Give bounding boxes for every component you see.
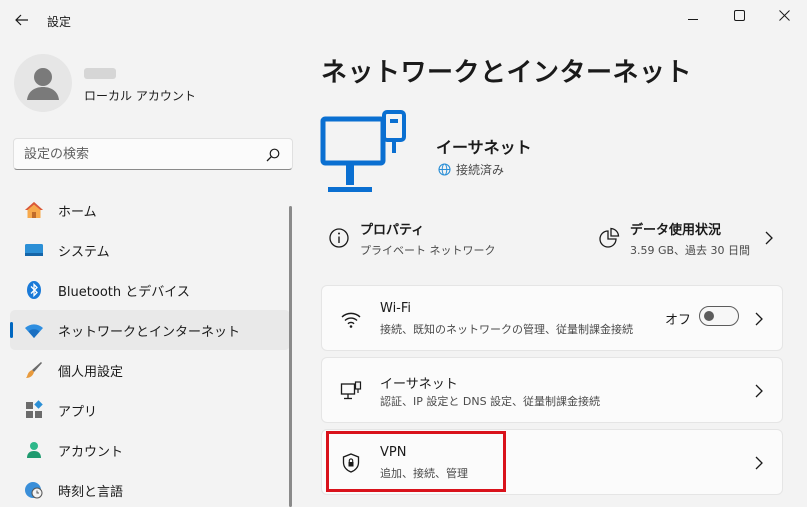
wifi-title: Wi-Fi — [380, 301, 412, 316]
sidebar-item-bluetooth[interactable]: Bluetooth とデバイス — [10, 270, 290, 310]
properties-title: プロパティ — [360, 222, 425, 238]
minimize-icon — [688, 19, 698, 20]
back-arrow-icon — [15, 14, 28, 26]
minimize-button[interactable] — [670, 0, 716, 30]
wifi-subtitle: 接続、既知のネットワークの管理、従量制課金接続 — [380, 323, 633, 336]
sidebar-item-network[interactable]: ネットワークとインターネット — [10, 310, 290, 350]
title-bar: 設定 — [0, 0, 807, 40]
sidebar-nav: ホーム システム Bluetooth とデバイス ネットワークとインターネット … — [10, 190, 290, 507]
person-silhouette-icon — [27, 68, 59, 100]
chevron-right-icon — [755, 456, 763, 470]
sidebar-item-label: Bluetooth とデバイス — [58, 284, 190, 300]
connection-name: イーサネット — [436, 138, 532, 157]
maximize-icon — [733, 9, 745, 21]
data-usage-link[interactable]: データ使用状況 3.59 GB、過去 30 日間 — [598, 213, 783, 263]
data-usage-title: データ使用状況 — [630, 222, 722, 238]
wifi-toggle[interactable] — [699, 306, 739, 326]
properties-subtitle: プライベート ネットワーク — [360, 243, 496, 257]
sidebar-item-label: ホーム — [58, 204, 97, 220]
app-title: 設定 — [47, 15, 72, 29]
ethernet-card[interactable]: イーサネット 認証、IP 設定と DNS 設定、従量制課金接続 — [321, 357, 783, 423]
sidebar-item-label: ネットワークとインターネット — [58, 324, 241, 340]
ethernet-subtitle: 認証、IP 設定と DNS 設定、従量制課金接続 — [380, 395, 601, 408]
sidebar-item-home[interactable]: ホーム — [10, 190, 290, 230]
person-icon — [24, 440, 44, 460]
close-icon — [778, 9, 790, 21]
sidebar-item-personalization[interactable]: 個人用設定 — [10, 350, 290, 390]
sidebar-item-apps[interactable]: アプリ — [10, 390, 290, 430]
globe-icon — [438, 163, 451, 176]
connection-status-text: 接続済み — [456, 163, 505, 177]
account-type: ローカル アカウント — [84, 89, 196, 103]
sidebar-item-label: システム — [58, 244, 110, 260]
data-usage-subtitle: 3.59 GB、過去 30 日間 — [630, 243, 751, 257]
close-button[interactable] — [761, 0, 807, 30]
back-button[interactable] — [8, 7, 36, 33]
chevron-right-icon — [765, 231, 773, 245]
search-input[interactable] — [24, 145, 254, 163]
sidebar-scrollbar[interactable] — [289, 206, 292, 507]
globe-clock-icon — [24, 480, 44, 500]
wifi-icon — [24, 320, 44, 340]
vpn-highlight-box — [326, 431, 506, 492]
maximize-button[interactable] — [716, 0, 762, 30]
sidebar-item-label: 時刻と言語 — [58, 484, 124, 500]
ethernet-title: イーサネット — [380, 377, 458, 392]
properties-link[interactable]: プロパティ プライベート ネットワーク — [328, 213, 558, 263]
chevron-right-icon — [755, 312, 763, 326]
brush-icon — [24, 360, 44, 380]
wifi-signal-icon — [341, 312, 361, 328]
chevron-right-icon — [755, 384, 763, 398]
ethernet-monitor-icon — [320, 110, 406, 192]
sidebar-item-accounts[interactable]: アカウント — [10, 430, 290, 470]
pie-chart-icon — [599, 227, 620, 248]
wifi-toggle-knob — [704, 311, 714, 321]
avatar[interactable] — [14, 54, 72, 112]
sidebar-item-label: 個人用設定 — [58, 364, 124, 380]
sidebar-item-label: アプリ — [58, 404, 98, 420]
sidebar-item-label: アカウント — [58, 444, 124, 460]
system-icon — [24, 240, 44, 260]
search-icon[interactable] — [266, 148, 280, 162]
user-name-redacted — [84, 68, 116, 79]
home-icon — [24, 200, 44, 220]
connection-status: 接続済み — [438, 161, 504, 178]
wifi-card[interactable]: Wi-Fi 接続、既知のネットワークの管理、従量制課金接続 オフ — [321, 285, 783, 351]
apps-icon — [24, 400, 44, 420]
wifi-toggle-label: オフ — [665, 313, 692, 328]
sidebar-item-time-language[interactable]: 時刻と言語 — [10, 470, 290, 507]
search-box[interactable] — [13, 138, 293, 170]
page-title: ネットワークとインターネット — [321, 58, 693, 88]
ethernet-icon — [340, 381, 362, 400]
info-icon — [329, 228, 349, 248]
bluetooth-icon — [24, 280, 44, 300]
sidebar-item-system[interactable]: システム — [10, 230, 290, 270]
